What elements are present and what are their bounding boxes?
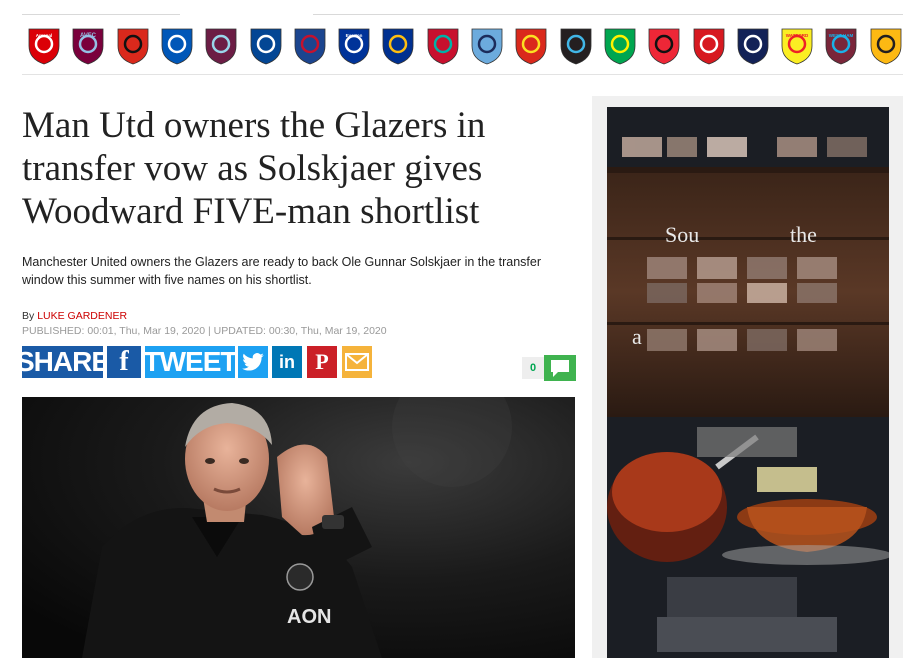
email-share-button[interactable] — [342, 346, 372, 378]
club-link-manchester-united[interactable] — [513, 26, 549, 66]
twitter-share-button[interactable] — [238, 346, 268, 378]
burnley-crest-icon — [205, 28, 237, 65]
west-ham-crest-icon: WEST HAM — [825, 28, 857, 65]
club-crest-label: Arsenal — [36, 33, 53, 38]
club-link-burnley[interactable] — [203, 26, 239, 66]
club-link-arsenal[interactable]: Arsenal — [26, 26, 62, 66]
envelope-icon — [345, 353, 369, 371]
author-link[interactable]: LUKE GARDENER — [37, 310, 127, 322]
club-link-aston-villa[interactable]: AVFC — [70, 26, 106, 66]
top-divider-right — [313, 14, 903, 15]
club-crest-label: AVFC — [80, 33, 97, 39]
club-link-manchester-city[interactable] — [469, 26, 505, 66]
club-link-watford[interactable]: WATFORD — [779, 26, 815, 66]
ad-word-2: the — [790, 222, 817, 247]
article-headline: Man Utd owners the Glazers in transfer v… — [22, 105, 486, 232]
facebook-share-button[interactable]: f — [107, 346, 141, 378]
top-divider-left — [22, 14, 180, 15]
ad-creative — [607, 107, 889, 658]
club-link-chelsea[interactable] — [248, 26, 284, 66]
article-hero-image[interactable]: AON — [22, 397, 575, 658]
pinterest-icon: P — [315, 349, 329, 374]
club-link-sheffield-united[interactable] — [646, 26, 682, 66]
club-link-bournemouth[interactable] — [115, 26, 151, 66]
club-link-liverpool[interactable] — [425, 26, 461, 66]
club-link-newcastle-united[interactable] — [558, 26, 594, 66]
linkedin-icon: in — [279, 351, 295, 372]
club-link-brighton[interactable] — [159, 26, 195, 66]
manager-photo: AON — [22, 397, 575, 658]
club-crest-label: WATFORD — [786, 33, 809, 38]
advertisement[interactable] — [607, 107, 889, 658]
everton-crest-icon: Everton — [338, 28, 370, 65]
article-summary: Manchester United owners the Glazers are… — [22, 255, 542, 287]
sheffield-utd-crest-icon — [648, 28, 680, 65]
leicester-crest-icon — [382, 28, 414, 65]
linkedin-share-button[interactable]: in — [272, 346, 302, 378]
tottenham-crest-icon — [737, 28, 769, 65]
club-bar-divider — [22, 74, 903, 75]
facebook-icon: f — [119, 346, 129, 377]
club-link-crystal-palace[interactable] — [292, 26, 328, 66]
ad-headline-part-2: the — [790, 222, 817, 248]
comment-count: 0 — [522, 357, 544, 379]
byline: By LUKE GARDENER — [22, 310, 127, 322]
aston-villa-crest-icon: AVFC — [72, 28, 104, 65]
watford-crest-icon: WATFORD — [781, 28, 813, 65]
club-link-west-ham[interactable]: WEST HAM — [823, 26, 859, 66]
wolves-crest-icon — [870, 28, 902, 65]
publish-dates: PUBLISHED: 00:01, Thu, Mar 19, 2020 | UP… — [22, 325, 387, 337]
share-label: SHARE — [16, 346, 110, 377]
man-utd-crest-icon — [515, 28, 547, 65]
speech-bubble-icon — [544, 355, 576, 381]
sponsor-logo: AON — [287, 606, 331, 628]
club-link-wolves[interactable] — [868, 26, 904, 66]
tweet-button[interactable]: TWEET — [144, 346, 238, 378]
bournemouth-crest-icon — [117, 28, 148, 65]
share-button[interactable]: SHARE — [16, 346, 110, 378]
liverpool-crest-icon — [427, 28, 459, 65]
ad-word-1: Sou — [665, 222, 700, 247]
ad-body-part: a — [632, 324, 642, 350]
newcastle-crest-icon — [560, 28, 591, 65]
southampton-crest-icon — [693, 28, 724, 65]
arsenal-crest-icon: Arsenal — [28, 28, 60, 65]
byline-prefix: By — [22, 310, 35, 322]
club-link-southampton[interactable] — [691, 26, 727, 66]
club-link-leicester-city[interactable] — [380, 26, 416, 66]
club-crest-label: Everton — [346, 33, 363, 38]
club-crest-bar: Arsenal AVFC Everton WATFORD WEST HAM — [22, 20, 914, 72]
ad-word-3: a — [632, 324, 642, 349]
club-link-tottenham[interactable] — [735, 26, 771, 66]
club-crest-label: WEST HAM — [829, 33, 854, 38]
crystal-palace-crest-icon — [294, 28, 326, 65]
twitter-bird-icon — [242, 353, 264, 371]
tweet-label: TWEET — [143, 346, 238, 377]
club-link-everton[interactable]: Everton — [336, 26, 372, 66]
chelsea-crest-icon — [250, 28, 281, 65]
comments-widget[interactable]: 0 — [522, 355, 576, 381]
pinterest-share-button[interactable]: P — [307, 346, 337, 378]
norwich-crest-icon — [604, 28, 636, 65]
brighton-crest-icon — [161, 28, 193, 65]
man-city-crest-icon — [471, 28, 503, 65]
ad-headline-part: Sou — [665, 222, 699, 248]
club-link-norwich-city[interactable] — [602, 26, 638, 66]
